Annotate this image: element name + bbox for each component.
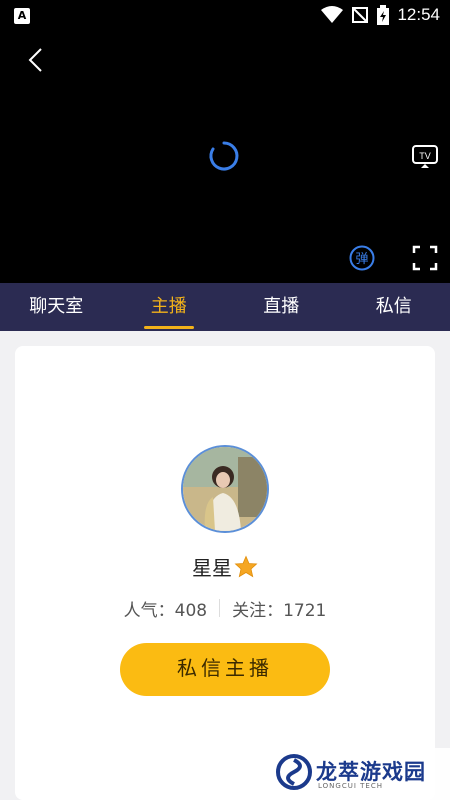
battery-icon (377, 5, 390, 25)
watermark-subtitle: LONGCUI TECH (318, 782, 383, 790)
watermark: 龙萃游戏园 LONGCUI TECH (272, 748, 450, 800)
avatar-photo (183, 447, 267, 531)
loading-spinner-icon (209, 141, 239, 171)
video-player[interactable]: A 12:54 TV 弹 (0, 0, 450, 283)
star-icon (234, 554, 258, 577)
anchor-card: 星星 人气：408 关注：1721 私信主播 (15, 346, 435, 800)
app-notification-icon: A (14, 8, 30, 24)
anchor-stats: 人气：408 关注：1721 (15, 596, 435, 621)
status-icons: 12:54 (321, 5, 440, 25)
watermark-logo-icon (276, 754, 312, 790)
tv-cast-icon[interactable]: TV (412, 145, 438, 169)
follow-count: 关注：1721 (232, 601, 327, 621)
danmu-label: 弹 (355, 252, 368, 267)
clock: 12:54 (397, 5, 440, 24)
anchor-name-row: 星星 (15, 552, 435, 581)
tab-private-message[interactable]: 私信 (338, 283, 450, 331)
avatar[interactable] (181, 445, 269, 533)
tab-chatroom[interactable]: 聊天室 (0, 283, 113, 331)
danmu-toggle-icon[interactable]: 弹 (349, 245, 375, 271)
popularity-count: 人气：408 (123, 601, 208, 621)
anchor-name: 星星 (192, 556, 232, 580)
fullscreen-icon[interactable] (412, 245, 438, 271)
message-anchor-button[interactable]: 私信主播 (120, 643, 330, 696)
tab-bar: 聊天室 主播 直播 私信 (0, 283, 450, 331)
no-signal-icon (352, 7, 369, 23)
status-bar: A 12:54 (0, 0, 450, 32)
tv-label: TV (419, 151, 431, 161)
tab-anchor[interactable]: 主播 (113, 283, 226, 331)
wifi-icon (321, 6, 344, 23)
back-arrow-icon[interactable] (24, 46, 48, 74)
tab-live[interactable]: 直播 (225, 283, 338, 331)
